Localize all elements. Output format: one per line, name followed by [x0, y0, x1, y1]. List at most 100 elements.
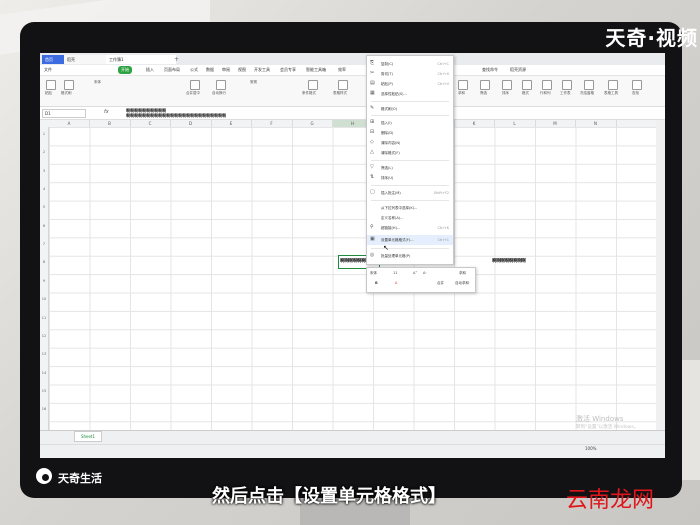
menu-item-insert-comment[interactable]: ▢ 插入批注(M) Shift+F2	[367, 188, 453, 198]
mini-size-select[interactable]: 11	[393, 271, 397, 275]
mini-merge-button[interactable]: 合并	[437, 281, 444, 286]
menu-item-copy[interactable]: ⎘ 复制(C) Ctrl+C	[367, 59, 453, 69]
fx-icon[interactable]: fx	[104, 109, 109, 115]
col-header-k[interactable]: K	[454, 120, 495, 127]
conditional-format-icon[interactable]	[308, 80, 318, 90]
menu-smart-tools[interactable]: 智能工具箱	[306, 66, 326, 74]
menu-data[interactable]: 数据	[206, 66, 214, 74]
cell-grid[interactable]	[49, 127, 656, 430]
tab-workbook[interactable]: 工作簿1	[106, 55, 176, 64]
menu-item-batch-process[interactable]: ◎ 批量处理单元格(P)	[367, 251, 453, 261]
row-header[interactable]: 6	[40, 224, 48, 228]
col-header-b[interactable]: B	[90, 120, 131, 127]
row-header[interactable]: 2	[40, 150, 48, 154]
sheet-tab-sheet1[interactable]: Sheet1	[74, 431, 102, 442]
row-header[interactable]: 5	[40, 205, 48, 209]
row-header[interactable]: 9	[40, 279, 48, 283]
menu-item-delete[interactable]: ⊟ 删除(D)	[367, 128, 453, 138]
format-icon[interactable]	[522, 80, 532, 90]
row-header[interactable]: 10	[40, 297, 48, 301]
menu-separator	[371, 115, 449, 116]
freeze-panes-icon[interactable]	[584, 80, 594, 90]
wrap-text-icon[interactable]	[216, 80, 226, 90]
col-header-l[interactable]: L	[495, 120, 536, 127]
row-header[interactable]: 12	[40, 334, 48, 338]
menu-item-sort[interactable]: ⇅ 排序(U)	[367, 173, 453, 183]
mini-font-select[interactable]: 宋体	[370, 271, 377, 276]
row-header[interactable]: 16	[40, 407, 48, 411]
menu-item-paste-special[interactable]: ▦ 选择性粘贴(S)...	[367, 89, 453, 99]
format-cells-icon: ▣	[370, 236, 375, 242]
menu-item-pick-from-list[interactable]: 从下拉列表中选择(K)...	[367, 203, 453, 213]
menu-view[interactable]: 视图	[238, 66, 246, 74]
menu-item-clear-content[interactable]: ◇ 清除内容(N)	[367, 138, 453, 148]
col-header-e[interactable]: E	[211, 120, 252, 127]
row-header[interactable]: 11	[40, 316, 48, 320]
row-header[interactable]: 15	[40, 389, 48, 393]
menu-review[interactable]: 审阅	[222, 66, 230, 74]
menu-item-hyperlink[interactable]: ⚲ 超链接(H)... Ctrl+K	[367, 223, 453, 233]
row-header[interactable]: 4	[40, 187, 48, 191]
menu-item-format-cells[interactable]: ▣ 设置单元格格式(F)... Ctrl+1	[367, 235, 453, 245]
row-header[interactable]: 1	[40, 132, 48, 136]
col-header-n[interactable]: N	[576, 120, 617, 127]
rows-cols-icon[interactable]	[542, 80, 552, 90]
col-header-g[interactable]: G	[292, 120, 333, 127]
filter-icon[interactable]	[480, 80, 490, 90]
row-header[interactable]: 14	[40, 371, 48, 375]
menu-separator	[371, 200, 449, 201]
table-style-icon[interactable]	[338, 80, 348, 90]
menu-item-paste[interactable]: ▤ 粘贴(P) Ctrl+V	[367, 79, 453, 89]
menu-developer[interactable]: 开发工具	[254, 66, 270, 74]
name-box[interactable]: D1	[42, 109, 86, 118]
menu-item-insert[interactable]: ⊞ 插入(I)	[367, 118, 453, 128]
zoom-level[interactable]: 100%	[585, 446, 596, 451]
menu-item-clear-format[interactable]: △ 清除格式(F)	[367, 148, 453, 158]
col-header-c[interactable]: C	[130, 120, 171, 127]
menu-item-format-painter[interactable]: ✎ 格式刷(O)	[367, 104, 453, 114]
menu-item-define-name[interactable]: 定义名称(A)...	[367, 213, 453, 223]
merge-center-icon[interactable]	[190, 80, 200, 90]
font-color-icon[interactable]: A	[395, 281, 397, 285]
col-header-f[interactable]: F	[252, 120, 293, 127]
mini-autosum-button[interactable]: 自动求和	[455, 281, 469, 286]
tab-home[interactable]: 首页	[42, 55, 66, 64]
menu-item-label: 筛选(L)	[381, 166, 393, 170]
menu-find-command[interactable]: 查找命令	[482, 66, 498, 74]
vertical-scrollbar[interactable]	[656, 120, 665, 430]
tab-docer[interactable]: 稻壳	[64, 55, 108, 64]
col-header-d[interactable]: D	[171, 120, 212, 127]
paste-icon[interactable]	[46, 80, 56, 90]
menu-docer-resources[interactable]: 稻壳资源	[510, 66, 526, 74]
new-tab-button[interactable]: +	[174, 55, 179, 64]
row-header[interactable]: 13	[40, 352, 48, 356]
menu-page-layout[interactable]: 页面布局	[164, 66, 180, 74]
menu-formula[interactable]: 公式	[190, 66, 198, 74]
menu-member[interactable]: 会员专享	[280, 66, 296, 74]
menu-separator	[371, 160, 449, 161]
number-format-select[interactable]: 常规	[250, 80, 257, 85]
col-header-m[interactable]: M	[535, 120, 576, 127]
font-shrink-icon[interactable]: A⁻	[423, 271, 427, 275]
col-header-a[interactable]: A	[49, 120, 90, 127]
menu-start[interactable]: 开始	[118, 66, 132, 74]
row-header[interactable]: 3	[40, 169, 48, 173]
menu-file[interactable]: 文件	[44, 66, 52, 74]
worksheet-icon[interactable]	[562, 80, 572, 90]
menu-efficiency[interactable]: 效率	[338, 66, 346, 74]
sum-icon[interactable]	[458, 80, 468, 90]
menu-item-filter[interactable]: ▽ 筛选(L)	[367, 163, 453, 173]
format-painter-icon[interactable]	[64, 80, 74, 90]
bold-icon[interactable]: B	[375, 281, 378, 285]
sum-icon[interactable]: 求和	[459, 271, 466, 276]
find-icon[interactable]	[632, 80, 642, 90]
table-tools-icon[interactable]	[608, 80, 618, 90]
menu-insert[interactable]: 插入	[146, 66, 154, 74]
row-header[interactable]: 7	[40, 242, 48, 246]
menu-item-cut[interactable]: ✂ 剪切(T) Ctrl+X	[367, 69, 453, 79]
row-header[interactable]: 8	[40, 260, 48, 264]
font-family-select[interactable]: 宋体	[94, 80, 101, 85]
font-grow-icon[interactable]: A⁺	[413, 271, 417, 275]
formula-input[interactable]: 啊啊啊啊啊啊啊啊啊啊 啊啊啊啊啊啊啊啊啊啊啊啊啊啊啊啊啊啊啊啊啊啊啊啊啊	[126, 108, 226, 118]
sort-icon[interactable]	[502, 80, 512, 90]
